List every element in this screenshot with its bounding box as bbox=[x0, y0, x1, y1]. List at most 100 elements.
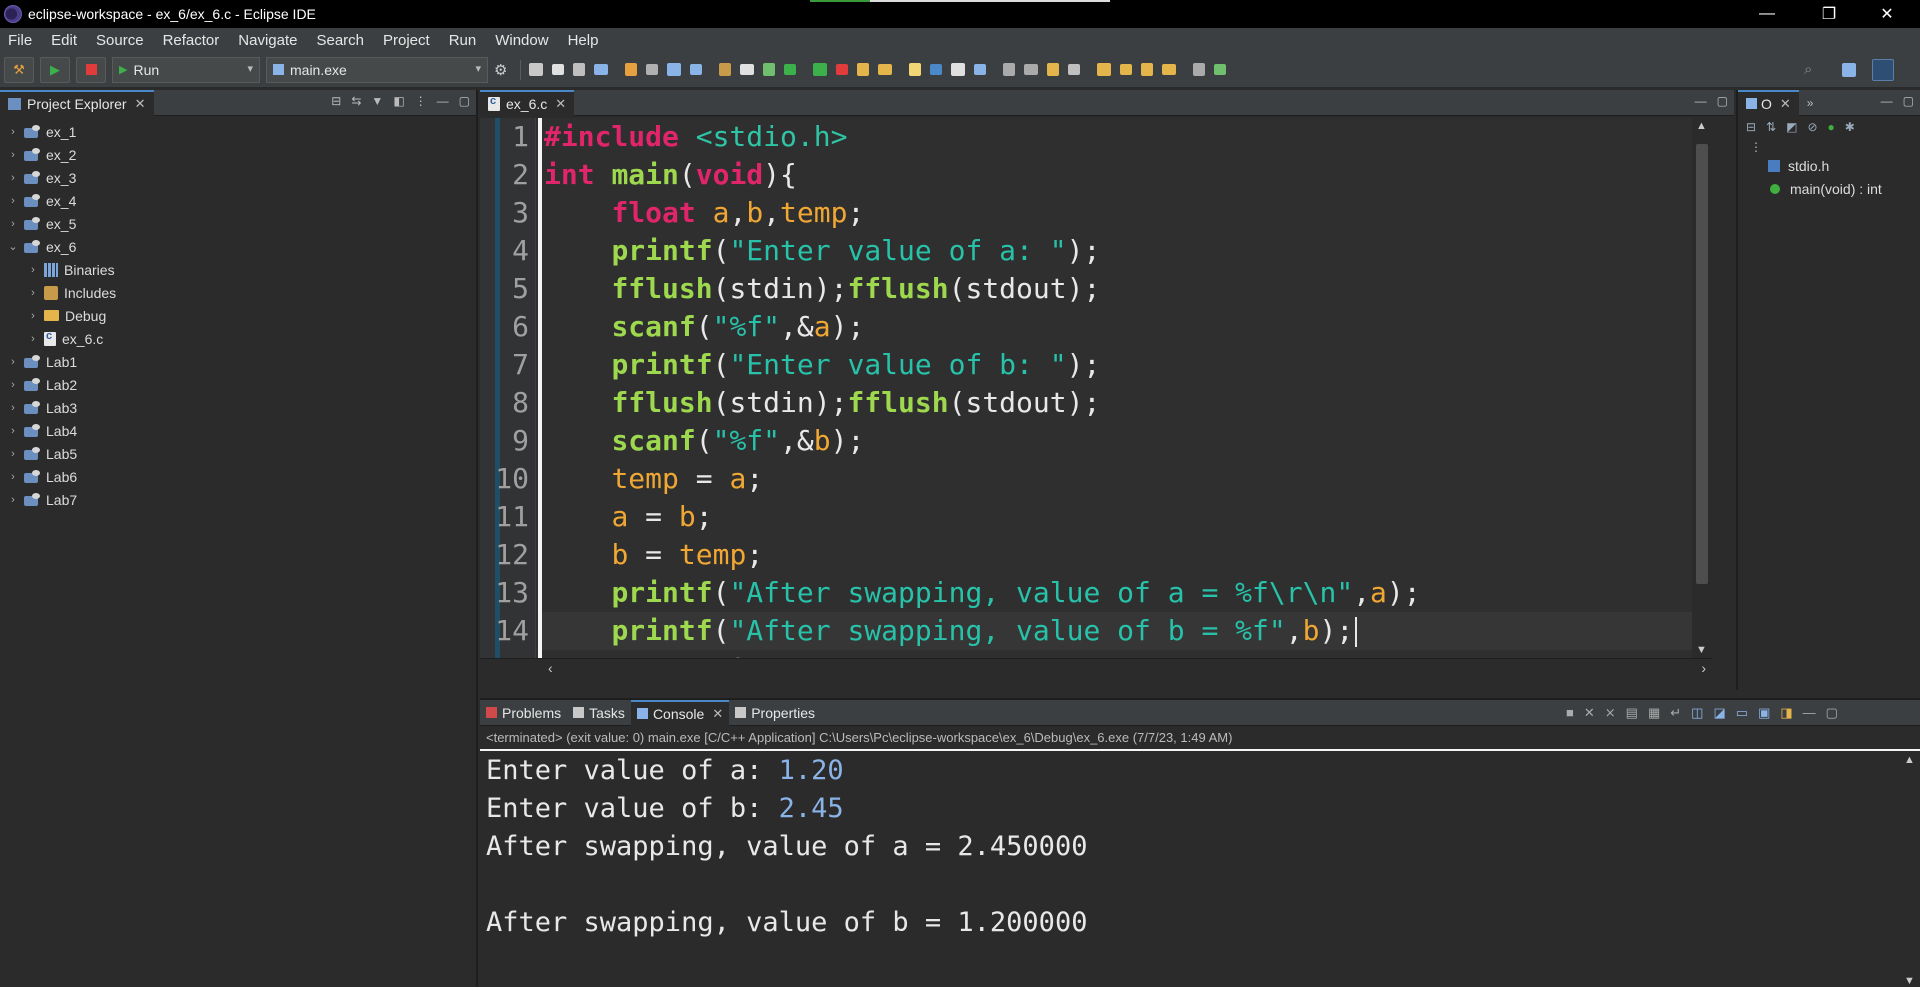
tree-item-project[interactable]: › Lab6 bbox=[0, 465, 476, 488]
chevron-right-icon[interactable]: › bbox=[6, 356, 20, 368]
tab-tasks[interactable]: Tasks bbox=[567, 700, 631, 726]
code-line[interactable]: printf("Enter value of b: "); bbox=[544, 346, 1100, 384]
scrollbar-thumb[interactable] bbox=[1696, 144, 1708, 584]
paragraph-icon[interactable] bbox=[1024, 64, 1039, 75]
menu-item-file[interactable]: File bbox=[0, 32, 43, 49]
hide-fields-icon[interactable]: ◩ bbox=[1786, 120, 1797, 134]
maximize-view-icon[interactable]: ▢ bbox=[1826, 705, 1838, 721]
cpp-perspective-icon[interactable] bbox=[1872, 59, 1894, 81]
menu-item-search[interactable]: Search bbox=[308, 32, 375, 49]
close-icon[interactable]: ✕ bbox=[555, 96, 566, 112]
tree-item-project[interactable]: › Lab7 bbox=[0, 488, 476, 511]
tree-item-project[interactable]: › ex_2 bbox=[0, 143, 476, 166]
build-hammer-button[interactable]: ⚒ bbox=[4, 56, 34, 83]
minimize-view-icon[interactable]: — bbox=[1803, 705, 1816, 721]
new-folder-icon[interactable] bbox=[719, 63, 732, 76]
minimize-view-icon[interactable]: — bbox=[437, 94, 449, 108]
maximize-view-icon[interactable]: ▢ bbox=[1903, 94, 1914, 108]
previous-annotation-icon[interactable] bbox=[1068, 64, 1081, 75]
chevron-right-icon[interactable]: › bbox=[6, 149, 20, 161]
minimize-button[interactable]: — bbox=[1744, 0, 1790, 28]
launch-config-select[interactable]: main.exe ▾ bbox=[266, 56, 488, 83]
save-all-icon[interactable] bbox=[573, 63, 586, 76]
nav-arrow-icon[interactable] bbox=[1162, 64, 1177, 75]
chevron-right-icon[interactable]: › bbox=[6, 126, 20, 138]
tree-item-project[interactable]: › Lab2 bbox=[0, 373, 476, 396]
minimize-view-icon[interactable]: — bbox=[1881, 94, 1893, 108]
code-line[interactable]: printf("After swapping, value of b = %f"… bbox=[544, 612, 1358, 650]
code-line[interactable]: float a,b,temp; bbox=[544, 194, 864, 232]
build-icon[interactable] bbox=[625, 63, 638, 76]
menu-item-help[interactable]: Help bbox=[560, 32, 610, 49]
scroll-down-icon[interactable]: ▼ bbox=[1696, 644, 1707, 656]
menu-item-run[interactable]: Run bbox=[441, 32, 488, 49]
collapse-all-icon[interactable]: ⊟ bbox=[331, 94, 341, 108]
remove-all-icon[interactable]: ⨯ bbox=[1605, 705, 1616, 721]
menu-item-project[interactable]: Project bbox=[375, 32, 441, 49]
show-whitespace-icon[interactable] bbox=[1003, 63, 1016, 76]
menu-item-source[interactable]: Source bbox=[88, 32, 155, 49]
chevron-down-icon[interactable]: ⌄ bbox=[6, 240, 20, 253]
show-on-output-icon[interactable]: ◪ bbox=[1713, 705, 1725, 721]
tab-editor-file[interactable]: ex_6.c ✕ bbox=[480, 89, 575, 116]
new-class-icon[interactable] bbox=[646, 64, 659, 75]
next-annotation-icon[interactable] bbox=[1047, 63, 1060, 76]
scroll-up-icon[interactable]: ▲ bbox=[1696, 120, 1707, 132]
back-icon[interactable] bbox=[1120, 64, 1133, 75]
terminate-icon[interactable]: ■ bbox=[1566, 705, 1574, 721]
chevron-right-icon[interactable]: › bbox=[6, 218, 20, 230]
code-line[interactable]: return 0; bbox=[544, 650, 763, 658]
collapse-all-icon[interactable]: ⊟ bbox=[1746, 120, 1756, 134]
tree-item-project[interactable]: › Lab5 bbox=[0, 442, 476, 465]
open-folder-icon[interactable] bbox=[878, 64, 893, 75]
code-line[interactable]: #include <stdio.h> bbox=[544, 118, 847, 156]
tab-project-explorer[interactable]: Project Explorer ✕ bbox=[0, 89, 154, 116]
focus-icon[interactable]: ◧ bbox=[393, 94, 404, 108]
tree-item-project[interactable]: ⌄ ex_6 bbox=[0, 235, 476, 258]
view-menu-icon[interactable]: ⋮ bbox=[1750, 140, 1762, 154]
code-line[interactable]: temp = a; bbox=[544, 460, 763, 498]
tab-problems[interactable]: Problems bbox=[480, 700, 567, 726]
new-file-icon[interactable] bbox=[667, 63, 682, 76]
editor-horizontal-scrollbar[interactable]: ‹ › bbox=[480, 658, 1712, 678]
console-output[interactable]: Enter value of a: 1.20 Enter value of b: … bbox=[486, 752, 1890, 942]
highlight-icon[interactable] bbox=[974, 64, 987, 75]
code-line[interactable]: scanf("%f",&a); bbox=[544, 308, 864, 346]
scroll-left-icon[interactable]: ‹ bbox=[548, 660, 553, 676]
word-wrap-icon[interactable]: ↵ bbox=[1670, 705, 1681, 721]
open-type-icon[interactable] bbox=[740, 64, 755, 75]
more-views-icon[interactable]: » bbox=[1807, 96, 1814, 110]
debug-icon[interactable] bbox=[784, 64, 797, 75]
chevron-right-icon[interactable]: › bbox=[6, 494, 20, 506]
chevron-right-icon[interactable]: › bbox=[6, 425, 20, 437]
view-menu-icon[interactable]: ⋮ bbox=[415, 94, 427, 108]
tab-properties[interactable]: Properties bbox=[729, 700, 821, 726]
tree-item-project[interactable]: › ex_1 bbox=[0, 120, 476, 143]
scroll-up-icon[interactable]: ▲ bbox=[1904, 754, 1915, 766]
maximize-view-icon[interactable]: ▢ bbox=[459, 94, 470, 108]
tab-console[interactable]: Console ✕ bbox=[630, 699, 730, 726]
open-perspective-icon[interactable] bbox=[1842, 63, 1856, 77]
remove-launch-icon[interactable]: ✕ bbox=[1584, 705, 1595, 721]
tree-item-child[interactable]: › Binaries bbox=[0, 258, 476, 281]
close-icon[interactable]: ✕ bbox=[712, 706, 723, 722]
tree-item-project[interactable]: › Lab1 bbox=[0, 350, 476, 373]
save-icon[interactable] bbox=[552, 64, 565, 75]
tree-item-project[interactable]: › ex_3 bbox=[0, 166, 476, 189]
external-tools-icon[interactable] bbox=[836, 64, 849, 75]
scroll-right-icon[interactable]: › bbox=[1701, 660, 1706, 676]
hide-static-icon[interactable]: ⊘ bbox=[1807, 120, 1817, 134]
new-console-icon[interactable]: ◨ bbox=[1780, 705, 1792, 721]
last-edit-icon[interactable] bbox=[1097, 63, 1112, 76]
scroll-down-icon[interactable]: ▼ bbox=[1904, 975, 1915, 987]
search-icon[interactable]: ⌕ bbox=[1804, 61, 1812, 78]
minimize-view-icon[interactable]: — bbox=[1695, 94, 1707, 108]
code-line[interactable]: printf("Enter value of a: "); bbox=[544, 232, 1100, 270]
menu-item-navigate[interactable]: Navigate bbox=[230, 32, 308, 49]
edit-icon[interactable] bbox=[909, 63, 922, 76]
outline-item-function[interactable]: main(void) : int bbox=[1738, 177, 1920, 200]
close-icon[interactable]: ✕ bbox=[1780, 96, 1791, 112]
chevron-right-icon[interactable]: › bbox=[6, 471, 20, 483]
launch-mode-select[interactable]: ▶ Run ▾ bbox=[112, 56, 260, 83]
sync-icon[interactable]: ✱ bbox=[1845, 120, 1855, 134]
